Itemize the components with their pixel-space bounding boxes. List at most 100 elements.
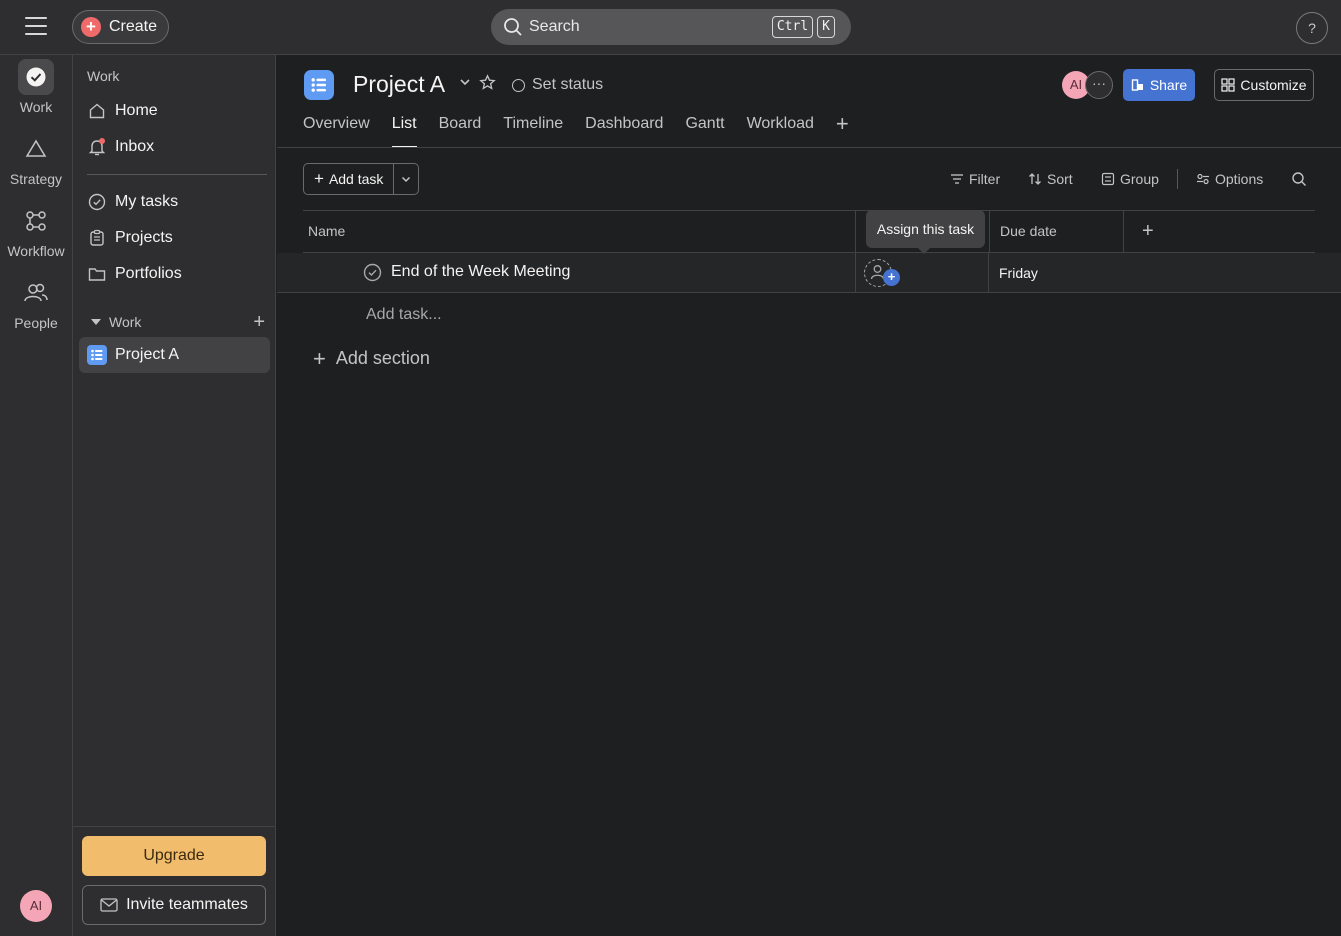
share-icon bbox=[1131, 79, 1143, 91]
plus-icon[interactable]: + bbox=[883, 269, 900, 286]
share-button[interactable]: Share bbox=[1123, 69, 1195, 101]
sidebar-item-project-a[interactable]: Project A bbox=[79, 337, 270, 373]
toolbar-divider bbox=[1177, 169, 1178, 189]
tab-overview[interactable]: Overview bbox=[303, 115, 370, 148]
list-toolbar: + Add task Filter Sort Group Options bbox=[303, 163, 1315, 195]
header-divider bbox=[277, 147, 1341, 148]
sidebar-heading: Work bbox=[87, 68, 120, 84]
sidebar-divider bbox=[87, 174, 267, 175]
rail-item-work[interactable]: Work bbox=[0, 59, 72, 115]
sidebar-item-home[interactable]: Home bbox=[79, 93, 270, 129]
group-icon bbox=[1101, 172, 1115, 186]
keyboard-shortcut: Ctrl K bbox=[771, 16, 835, 38]
search-button[interactable] bbox=[1291, 163, 1312, 195]
bell-icon bbox=[87, 137, 107, 157]
rail-label-strategy: Strategy bbox=[9, 171, 63, 187]
search-placeholder: Search bbox=[529, 18, 580, 35]
create-button[interactable]: + Create bbox=[72, 10, 169, 44]
clipboard-icon bbox=[87, 228, 107, 248]
plus-icon: + bbox=[314, 169, 324, 188]
page-title[interactable]: Project A bbox=[353, 71, 445, 98]
add-project-button[interactable]: + bbox=[253, 312, 265, 332]
tab-timeline[interactable]: Timeline bbox=[503, 115, 563, 148]
sidebar-item-my-tasks[interactable]: My tasks bbox=[79, 184, 270, 220]
sidebar-item-projects[interactable]: Projects bbox=[79, 220, 270, 256]
check-circle-icon bbox=[87, 192, 107, 212]
main-content: Project A Set status AI ··· Share Custom… bbox=[277, 55, 1341, 936]
chevron-down-icon[interactable] bbox=[458, 75, 472, 89]
tab-dashboard[interactable]: Dashboard bbox=[585, 115, 663, 148]
status-circle-icon bbox=[512, 78, 525, 92]
set-status-label: Set status bbox=[532, 76, 604, 93]
plus-icon: + bbox=[313, 345, 326, 371]
assignee-cell[interactable]: + bbox=[855, 253, 989, 292]
home-icon bbox=[87, 101, 107, 121]
add-tab-button[interactable]: + bbox=[836, 113, 849, 148]
people-icon bbox=[18, 275, 54, 311]
sidebar-item-label: Project A bbox=[115, 346, 180, 363]
table-header: Name Due date + bbox=[303, 210, 1315, 253]
add-task-button[interactable]: + Add task bbox=[304, 164, 395, 194]
upgrade-button[interactable]: Upgrade bbox=[82, 836, 266, 876]
add-task-group: + Add task bbox=[303, 163, 420, 195]
add-column-button[interactable]: + bbox=[1123, 211, 1315, 252]
task-name[interactable]: End of the Week Meeting bbox=[391, 263, 570, 281]
sidebar: Work Home Inbox My tasks Projects Portfo… bbox=[72, 55, 276, 936]
sidebar-item-label: My tasks bbox=[115, 193, 179, 210]
filter-button[interactable]: Filter bbox=[950, 163, 1000, 195]
rail-label-people: People bbox=[14, 315, 58, 331]
help-button[interactable]: ? bbox=[1296, 12, 1328, 44]
check-circle-icon bbox=[18, 59, 54, 95]
list-icon bbox=[304, 70, 334, 100]
options-button[interactable]: Options bbox=[1196, 163, 1263, 195]
column-header-due-date[interactable]: Due date bbox=[989, 211, 1123, 252]
set-status-button[interactable]: Set status bbox=[512, 76, 603, 94]
add-section-button[interactable]: + Add section bbox=[313, 345, 430, 371]
star-icon[interactable] bbox=[479, 74, 496, 91]
triangle-icon bbox=[18, 131, 54, 167]
rail-label-workflow: Workflow bbox=[7, 243, 65, 259]
group-button[interactable]: Group bbox=[1101, 163, 1159, 195]
invite-teammates-button[interactable]: Invite teammates bbox=[82, 885, 266, 925]
add-task-dropdown[interactable] bbox=[394, 164, 418, 194]
column-header-name[interactable]: Name bbox=[308, 211, 345, 252]
more-members-button[interactable]: ··· bbox=[1085, 71, 1113, 99]
kbd-ctrl: Ctrl bbox=[771, 16, 814, 38]
filter-icon bbox=[951, 174, 963, 184]
complete-task-icon[interactable] bbox=[363, 263, 382, 282]
avatar[interactable]: AI bbox=[20, 890, 52, 922]
sort-button[interactable]: Sort bbox=[1028, 163, 1073, 195]
sort-label: Sort bbox=[1047, 171, 1073, 187]
rail-item-people[interactable]: People bbox=[0, 275, 72, 331]
tab-gantt[interactable]: Gantt bbox=[685, 115, 724, 148]
options-label: Options bbox=[1215, 171, 1264, 187]
left-rail: Work Strategy Workflow People AI bbox=[0, 55, 72, 936]
tab-board[interactable]: Board bbox=[439, 115, 482, 148]
rail-item-strategy[interactable]: Strategy bbox=[0, 131, 72, 187]
folder-icon bbox=[87, 264, 107, 284]
sidebar-item-label: Inbox bbox=[115, 138, 155, 155]
menu-icon[interactable] bbox=[25, 17, 47, 37]
section-label: Work bbox=[109, 314, 142, 330]
create-label: Create bbox=[109, 18, 158, 35]
sidebar-section-work[interactable]: Work + bbox=[87, 312, 265, 332]
tab-list[interactable]: List bbox=[391, 115, 417, 148]
customize-button[interactable]: Customize bbox=[1214, 69, 1314, 101]
customize-icon bbox=[1221, 78, 1236, 92]
caret-down-icon bbox=[91, 319, 101, 325]
share-label: Share bbox=[1149, 77, 1188, 93]
table-row[interactable]: End of the Week Meeting + Friday bbox=[277, 253, 1341, 293]
filter-label: Filter bbox=[969, 171, 1001, 187]
tab-workload[interactable]: Workload bbox=[747, 115, 814, 148]
sidebar-item-label: Home bbox=[115, 102, 158, 119]
search-input[interactable]: Search Ctrl K bbox=[491, 9, 851, 45]
sidebar-item-inbox[interactable]: Inbox bbox=[79, 129, 270, 165]
add-task-inline[interactable]: Add task... bbox=[366, 306, 442, 324]
workflow-icon bbox=[18, 203, 54, 239]
rail-item-workflow[interactable]: Workflow bbox=[0, 203, 72, 259]
chevron-down-icon bbox=[402, 176, 411, 183]
due-date-cell[interactable]: Friday bbox=[999, 265, 1038, 281]
sidebar-item-portfolios[interactable]: Portfolios bbox=[79, 256, 270, 292]
options-icon bbox=[1197, 173, 1209, 185]
sort-icon bbox=[1029, 173, 1041, 185]
